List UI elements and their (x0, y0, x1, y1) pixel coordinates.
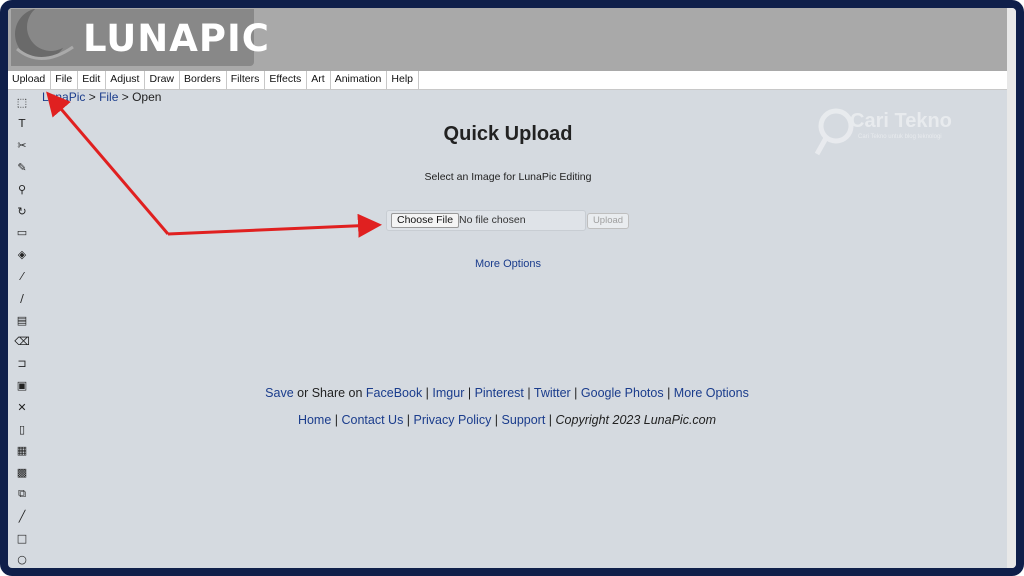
main-menu: Upload File Edit Adjust Draw Borders Filters Ef… (8, 71, 1008, 90)
eraser-icon[interactable]: ⌫ (14, 334, 30, 350)
pinterest-link[interactable]: Pinterest (475, 386, 524, 400)
site-header: LUNAPIC (8, 8, 1008, 71)
menu-adjust[interactable]: Adjust (106, 71, 146, 89)
annotation-arrow-path (167, 213, 382, 238)
vertical-scrollbar[interactable] (1007, 8, 1016, 568)
layers-icon[interactable]: ▤ (14, 312, 30, 328)
breadcrumb-separator: > (85, 90, 100, 104)
separator: | (545, 413, 556, 427)
menu-borders[interactable]: Borders (180, 71, 227, 89)
eyedropper-icon[interactable]: ⁄ (14, 268, 30, 284)
menu-animation[interactable]: Animation (331, 71, 388, 89)
separator: | (491, 413, 502, 427)
moon-logo-icon (15, 9, 75, 60)
lunapic-site-link[interactable]: LunaPic.com (644, 413, 716, 427)
page-title: Quick Upload (443, 123, 573, 145)
page-subtitle: Select an Image for LunaPic Editing (424, 171, 592, 183)
file-input[interactable]: Choose File No file chosen (386, 210, 586, 231)
menu-edit[interactable]: Edit (78, 71, 107, 89)
separator: | (663, 386, 674, 400)
copyright-text: Copyright 2023 (555, 413, 644, 427)
rectangle-icon[interactable]: □ (14, 530, 30, 546)
choose-file-button[interactable]: Choose File (391, 213, 460, 228)
copy-icon[interactable]: ⧉ (14, 486, 30, 502)
privacy-link[interactable]: Privacy Policy (414, 413, 492, 427)
contact-link[interactable]: Contact Us (341, 413, 403, 427)
separator: | (523, 386, 534, 400)
menu-art[interactable]: Art (307, 71, 331, 89)
breadcrumb-current: Open (132, 90, 162, 104)
share-text: or Share on (293, 386, 366, 400)
share-more-options-link[interactable]: More Options (674, 386, 749, 400)
crop-icon[interactable]: ▭ (14, 225, 30, 241)
gallery-icon[interactable]: ▩ (14, 465, 30, 481)
more-options-link[interactable]: More Options (475, 258, 541, 270)
open-icon[interactable]: ⊐ (14, 356, 30, 372)
tool-sidebar: ⬚ T ✂ ✎ ⚲ ↻ ▭ ◈ ⁄ ∕ ▤ ⌫ ⊐ ▣ ✕ ▯ ▦ ▩ ⧉ ╱ □ ○ (14, 94, 30, 568)
annotation-arrow-path (46, 91, 170, 235)
menu-effects[interactable]: Effects (265, 71, 308, 89)
breadcrumb-home-link[interactable]: LunaPic (42, 90, 85, 104)
footer-links: Home | Contact Us | Privacy Policy | Sup… (8, 413, 1006, 427)
circle-icon[interactable]: ○ (14, 552, 30, 568)
file-status-text: No file chosen (459, 214, 526, 226)
support-link[interactable]: Support (502, 413, 546, 427)
menu-file[interactable]: File (51, 71, 79, 89)
logo-text: LUNAPIC (83, 17, 270, 60)
home-link[interactable]: Home (298, 413, 331, 427)
facebook-link[interactable]: FaceBook (366, 386, 422, 400)
menu-draw[interactable]: Draw (145, 71, 180, 89)
line-icon[interactable]: ╱ (14, 508, 30, 524)
select-icon[interactable]: ⬚ (14, 94, 30, 110)
share-links: Save or Share on FaceBook | Imgur | Pint… (8, 386, 1006, 400)
breadcrumb: LunaPic > File > Open (42, 90, 161, 104)
save-link[interactable]: Save (265, 386, 294, 400)
separator: | (464, 386, 475, 400)
menu-upload[interactable]: Upload (8, 71, 52, 89)
imgur-link[interactable]: Imgur (432, 386, 464, 400)
screenshot-frame: LUNAPIC Upload File Edit Adjust Draw Borders F… (0, 0, 1024, 576)
zoom-icon[interactable]: ⚲ (14, 181, 30, 197)
twitter-link[interactable]: Twitter (534, 386, 571, 400)
menu-filters[interactable]: Filters (227, 71, 266, 89)
lunapic-logo[interactable]: LUNAPIC (11, 9, 269, 66)
separator: | (570, 386, 581, 400)
brush-icon[interactable]: ∕ (14, 290, 30, 306)
breadcrumb-separator: > (118, 90, 133, 104)
print-icon[interactable]: ▦ (14, 443, 30, 459)
google-photos-link[interactable]: Google Photos (581, 386, 664, 400)
separator: | (403, 413, 414, 427)
breadcrumb-file-link[interactable]: File (99, 90, 118, 104)
upload-button[interactable]: Upload (587, 213, 629, 229)
menu-help[interactable]: Help (387, 71, 419, 89)
separator: | (331, 413, 342, 427)
more-options-link-wrap: More Options (8, 258, 1008, 270)
rotate-icon[interactable]: ↻ (14, 203, 30, 219)
separator: | (422, 386, 433, 400)
